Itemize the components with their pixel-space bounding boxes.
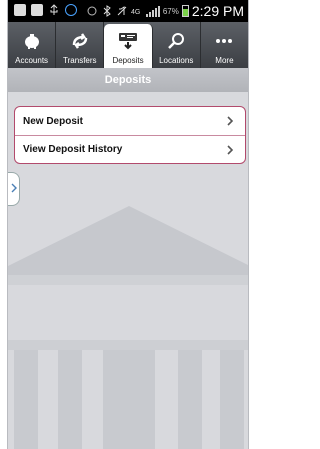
tab-deposits[interactable]: Deposits	[104, 24, 153, 68]
chevron-right-icon	[225, 144, 235, 155]
more-dots-icon	[213, 30, 235, 52]
notification-badge-icon	[65, 4, 77, 16]
network-4g-icon: 4G	[131, 5, 143, 17]
menu-item-label: View Deposit History	[23, 144, 123, 155]
tab-more[interactable]: More	[201, 22, 248, 68]
mute-icon	[116, 5, 128, 17]
deposit-menu: New Deposit View Deposit History	[14, 106, 246, 164]
tab-accounts[interactable]: Accounts	[8, 22, 57, 68]
battery-icon	[181, 5, 189, 17]
signal-strength-icon	[145, 5, 160, 17]
deposit-icon	[117, 30, 139, 52]
bank-building-illustration	[8, 206, 248, 449]
tab-label: Transfers	[63, 56, 97, 65]
notification-plus-icon	[14, 4, 26, 16]
app-frame: 4G 67% 2:29 PM Accounts Transfers Deposi…	[7, 0, 249, 449]
tab-label: More	[215, 56, 234, 65]
clock: 2:29 PM	[191, 3, 244, 19]
tab-label: Deposits	[112, 56, 144, 65]
tab-locations[interactable]: Locations	[153, 22, 201, 68]
email-icon	[31, 4, 43, 16]
battery-percent: 67%	[162, 6, 179, 16]
status-bar: 4G 67% 2:29 PM	[8, 0, 248, 22]
search-icon	[165, 30, 187, 52]
transfer-arrows-icon	[69, 30, 91, 52]
view-deposit-history-item[interactable]: View Deposit History	[15, 135, 245, 163]
tab-label: Accounts	[15, 56, 49, 65]
svg-text:4G: 4G	[131, 9, 140, 16]
page-title: Deposits	[104, 74, 152, 86]
side-drawer-handle[interactable]	[8, 172, 20, 206]
menu-item-label: New Deposit	[23, 115, 84, 127]
usb-icon	[48, 4, 60, 16]
page-title-bar: Deposits	[8, 68, 248, 92]
tab-transfers[interactable]: Transfers	[56, 22, 105, 68]
piggy-bank-icon	[21, 30, 43, 52]
bluetooth-icon	[101, 5, 113, 17]
chevron-right-icon	[11, 180, 17, 198]
tab-bar: Accounts Transfers Deposits Locations Mo…	[8, 22, 248, 68]
alarm-icon	[86, 5, 98, 17]
new-deposit-item[interactable]: New Deposit	[15, 107, 245, 135]
tab-label: Locations	[159, 56, 194, 65]
chevron-right-icon	[225, 116, 235, 126]
